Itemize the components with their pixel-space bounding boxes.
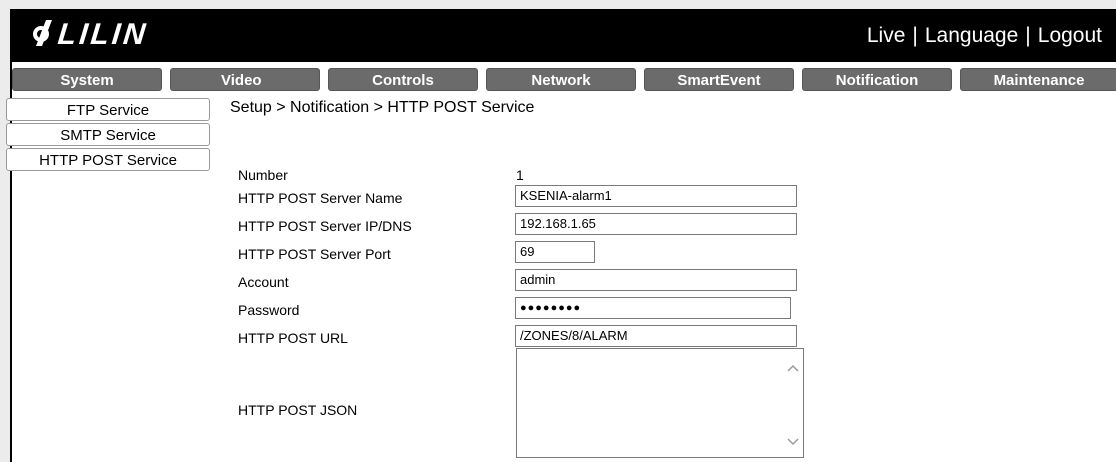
json-textarea[interactable] <box>516 348 804 458</box>
sidebar-item-ftp-service[interactable]: FTP Service <box>6 98 210 121</box>
sidebar-item-smtp-service[interactable]: SMTP Service <box>6 123 210 146</box>
header-bar: LILIN Live | Language | Logout <box>12 10 1116 62</box>
tab-maintenance[interactable]: Maintenance <box>960 68 1116 91</box>
number-label: Number <box>238 167 288 183</box>
tab-controls[interactable]: Controls <box>328 68 478 91</box>
json-label: HTTP POST JSON <box>238 402 358 418</box>
server-port-label: HTTP POST Server Port <box>238 246 391 262</box>
chevron-down-icon[interactable] <box>787 435 799 449</box>
server-ip-label: HTTP POST Server IP/DNS <box>238 218 412 234</box>
brand-name: LILIN <box>56 18 150 51</box>
tab-notification[interactable]: Notification <box>802 68 952 91</box>
password-field[interactable]: ●●●●●●●● <box>515 297 791 319</box>
top-links: Live | Language | Logout <box>867 24 1102 48</box>
server-port-field[interactable]: 69 <box>515 241 595 263</box>
main-nav: System Video Controls Network SmartEvent… <box>12 68 1116 91</box>
server-name-field[interactable]: KSENIA-alarm1 <box>515 185 797 207</box>
tab-smartevent[interactable]: SmartEvent <box>644 68 794 91</box>
sidebar-item-http-post-service[interactable]: HTTP POST Service <box>6 148 210 171</box>
link-separator: | <box>912 24 918 47</box>
account-label: Account <box>238 274 289 290</box>
server-name-label: HTTP POST Server Name <box>238 190 403 206</box>
tab-system[interactable]: System <box>12 68 162 91</box>
logout-link[interactable]: Logout <box>1038 24 1102 48</box>
number-value: 1 <box>516 167 524 183</box>
tab-video[interactable]: Video <box>170 68 320 91</box>
live-link[interactable]: Live <box>867 24 906 48</box>
password-label: Password <box>238 302 300 318</box>
link-separator: | <box>1025 24 1031 47</box>
url-label: HTTP POST URL <box>238 330 348 346</box>
breadcrumb: Setup > Notification > HTTP POST Service <box>230 99 535 116</box>
sidebar: FTP Service SMTP Service HTTP POST Servi… <box>6 98 210 173</box>
brand-logo: LILIN <box>32 18 150 53</box>
url-field[interactable]: /ZONES/8/ALARM <box>515 325 797 347</box>
chevron-up-icon[interactable] <box>787 361 799 375</box>
tab-network[interactable]: Network <box>486 68 636 91</box>
account-field[interactable]: admin <box>515 269 797 291</box>
lilin-logo-icon <box>32 18 54 53</box>
language-link[interactable]: Language <box>925 24 1018 48</box>
server-ip-field[interactable]: 192.168.1.65 <box>515 213 797 235</box>
